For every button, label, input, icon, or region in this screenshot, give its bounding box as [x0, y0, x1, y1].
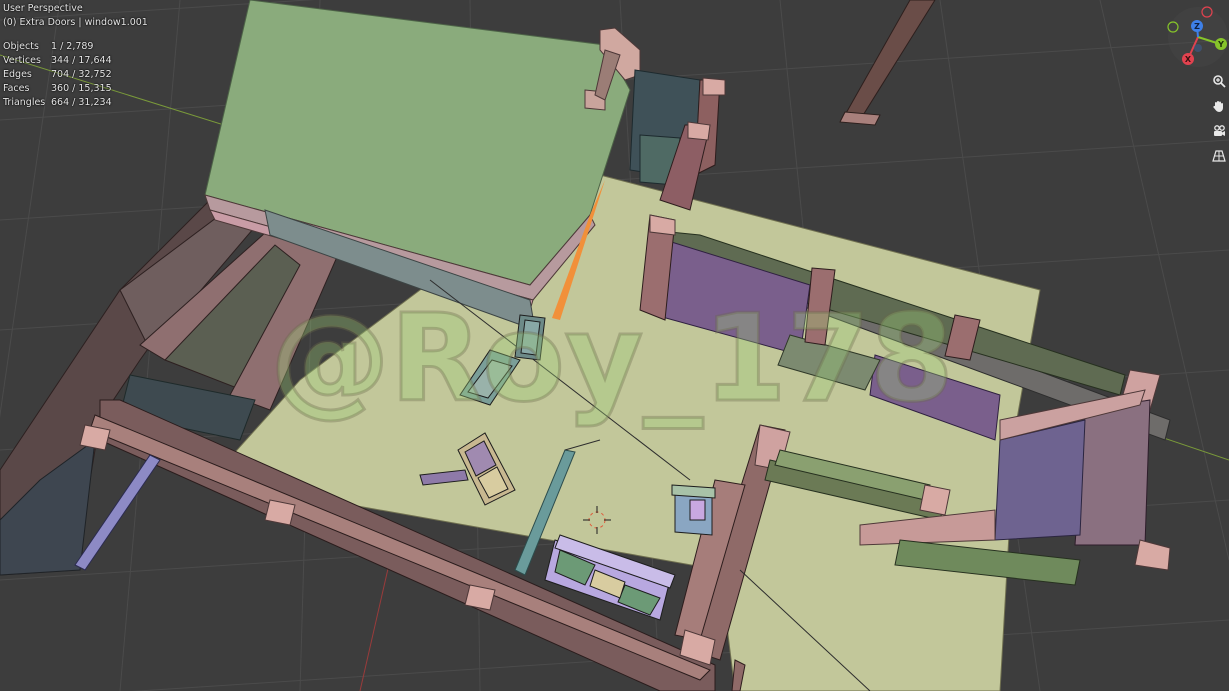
inner-shelf-3: [919, 484, 951, 516]
right-bottom-pillar: [1134, 539, 1171, 571]
stat-label: Triangles: [3, 97, 46, 108]
stat-label: Edges: [3, 69, 32, 80]
svg-text:Y: Y: [1217, 40, 1224, 49]
back-corner-cap: [687, 121, 711, 141]
y-axis-line: [359, 559, 391, 691]
gizmo-y-axis[interactable]: Y: [1215, 38, 1227, 50]
bottom-pillar-4: [79, 424, 111, 451]
stat-row-vertices: Vertices 344 / 17,644: [3, 54, 148, 68]
viewport-info-overlay: User Perspective (0) Extra Doors | windo…: [3, 2, 148, 110]
view-name: User Perspective: [3, 3, 83, 14]
navigation-gizmo[interactable]: X Y Z: [1160, 4, 1229, 70]
stat-row-triangles: Triangles 664 / 31,234: [3, 96, 148, 110]
bottom-pillar-1: [264, 499, 296, 526]
back-wall-cap: [702, 77, 726, 96]
bottom-pillar-2: [464, 584, 496, 611]
stat-row-faces: Faces 360 / 15,315: [3, 82, 148, 96]
scene-stats: Objects 1 / 2,789 Vertices 344 / 17,644 …: [3, 40, 148, 110]
stat-row-edges: Edges 704 / 32,752: [3, 68, 148, 82]
stat-value: 664 / 31,234: [51, 97, 112, 108]
stat-value: 1 / 2,789: [51, 41, 94, 52]
stat-value: 360 / 15,315: [51, 83, 112, 94]
zoom-icon[interactable]: [1208, 70, 1229, 92]
collection-label: (0) Extra Doors | window1.001: [3, 17, 148, 28]
stat-label: Objects: [3, 41, 39, 52]
camera-icon[interactable]: [1208, 120, 1229, 142]
right-side-wall: [1074, 399, 1151, 546]
gizmo-x-axis[interactable]: X: [1182, 53, 1194, 65]
svg-text:X: X: [1185, 55, 1192, 64]
beam-base: [839, 111, 881, 126]
hand-pan-icon[interactable]: [1208, 95, 1229, 117]
stat-value: 344 / 17,644: [51, 55, 112, 66]
stat-label: Vertices: [3, 55, 41, 66]
gizmo-z-axis[interactable]: Z: [1191, 20, 1203, 32]
stat-label: Faces: [3, 83, 30, 94]
watermark-text: @Roy_178: [270, 290, 954, 429]
3d-viewport[interactable]: @Roy_178: [0, 0, 1229, 691]
svg-text:Z: Z: [1194, 22, 1200, 31]
stat-value: 704 / 32,752: [51, 69, 112, 80]
armchair[interactable]: [671, 484, 716, 536]
stat-row-objects: Objects 1 / 2,789: [3, 40, 148, 54]
grid-perspective-icon[interactable]: [1208, 145, 1229, 167]
viewport-nav-tools: [1208, 70, 1228, 167]
